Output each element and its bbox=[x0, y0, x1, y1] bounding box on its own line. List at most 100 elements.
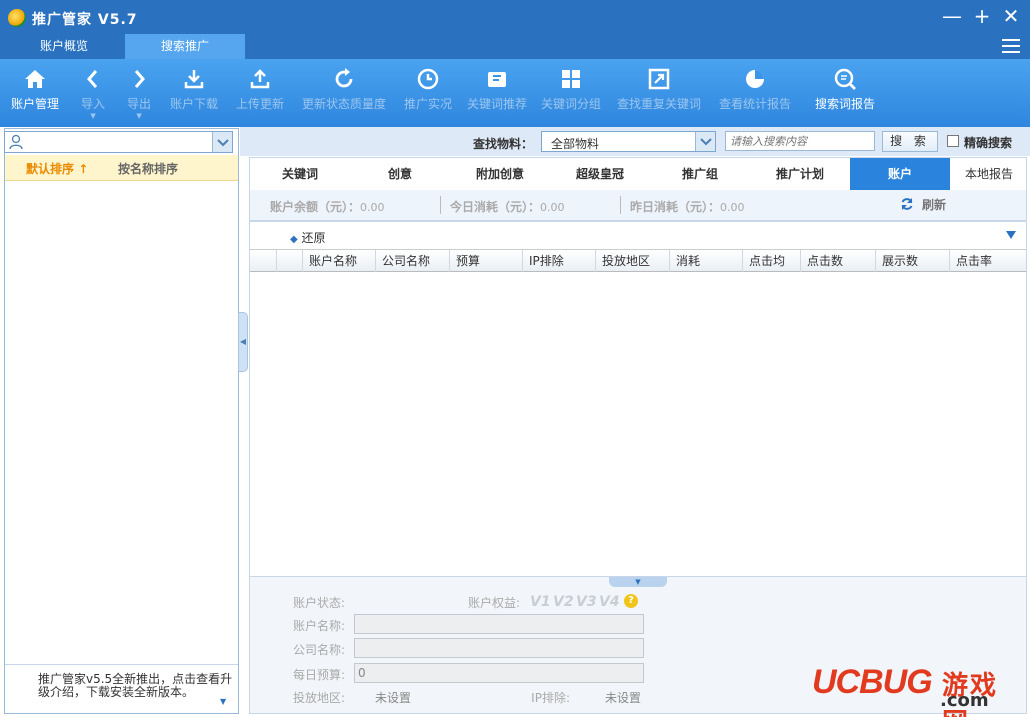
search-term-icon bbox=[834, 68, 856, 90]
watermark-domain: .com bbox=[940, 690, 989, 711]
watermark-logo: UCBUG 游戏网 .com bbox=[812, 663, 1022, 717]
grid-header: 账户名称 公司名称 预算 IP排除 投放地区 消耗 点击均 点击数 展示数 点击… bbox=[250, 249, 1026, 272]
tab-search-promotion[interactable]: 搜索推广 bbox=[125, 34, 245, 59]
grid-col-avg-click[interactable]: 点击均 bbox=[743, 250, 801, 272]
upload-icon bbox=[250, 69, 270, 89]
tab-ad-group[interactable]: 推广组 bbox=[650, 158, 750, 191]
grid-col-ip-exclude[interactable]: IP排除 bbox=[523, 250, 596, 272]
refresh-button[interactable]: 刷新 bbox=[900, 196, 946, 213]
account-grid: ◆ 还原 账户名称 公司名称 预算 IP排除 投放地区 消耗 点击均 点击数 展… bbox=[249, 221, 1027, 577]
upgrade-notice-text: 推广管家v5.5全新推出，点击查看升级介绍，下载安装全新版本。 bbox=[38, 672, 233, 699]
rights-badge-v3: V3 bbox=[576, 594, 597, 610]
toolbar-upload[interactable]: 上传更新 bbox=[236, 67, 284, 112]
keyword-recommend-icon bbox=[488, 72, 506, 87]
toolbar-keyword-recommend[interactable]: 关键词推荐 bbox=[467, 67, 527, 112]
sort-by-name-tab[interactable]: 按名称排序 bbox=[118, 160, 178, 177]
refresh-label: 刷新 bbox=[922, 198, 947, 212]
toolbar-update-quality[interactable]: 更新状态质量度 bbox=[302, 67, 386, 112]
balance-bar: 账户余额（元）：0.00 今日消耗（元）：0.00 昨日消耗（元）：0.00 刷… bbox=[249, 190, 1027, 221]
yesterday-cost-value: 0.00 bbox=[720, 201, 745, 214]
material-select[interactable]: 全部物料 bbox=[541, 131, 716, 152]
toolbar-keyword-group[interactable]: 关键词分组 bbox=[541, 67, 601, 112]
watermark-brand: UCBUG bbox=[812, 663, 933, 701]
grid-col-company-name[interactable]: 公司名称 bbox=[376, 250, 450, 272]
daily-budget-field[interactable]: 0 bbox=[354, 663, 644, 683]
grid-col-budget[interactable]: 预算 bbox=[450, 250, 523, 272]
today-cost: 今日消耗（元）：0.00 bbox=[450, 198, 565, 215]
maximize-button[interactable]: + bbox=[970, 4, 994, 28]
toolbar-account-manage[interactable]: 账户管理 bbox=[11, 67, 59, 112]
close-button[interactable]: ✕ bbox=[999, 4, 1023, 28]
top-tab-bar: 账户概览 搜索推广 bbox=[0, 34, 1030, 59]
menu-icon[interactable] bbox=[1002, 39, 1020, 54]
duplicate-icon bbox=[648, 68, 670, 90]
account-status-label: 账户状态: bbox=[292, 596, 345, 610]
grid-col-clicks[interactable]: 点击数 bbox=[801, 250, 876, 272]
toolbar-find-duplicates[interactable]: 查找重复关键词 bbox=[617, 67, 701, 112]
restore-button[interactable]: ◆ 还原 bbox=[290, 229, 326, 246]
region-value: 未设置 bbox=[375, 691, 412, 705]
refresh-icon bbox=[335, 68, 353, 88]
sort-default-tab[interactable]: 默认排序 ↑ bbox=[26, 160, 88, 177]
sort-tabs: 默认排序 ↑ 按名称排序 bbox=[5, 155, 238, 181]
grid-col-ctr[interactable]: 点击率 bbox=[950, 250, 1026, 272]
column-settings-icon[interactable] bbox=[1006, 231, 1016, 239]
tab-campaign[interactable]: 推广计划 bbox=[750, 158, 850, 191]
window-title: 推广管家 V5.7 bbox=[32, 12, 138, 28]
chevron-down-icon: ▼ bbox=[220, 697, 227, 706]
search-button[interactable]: 搜 索 bbox=[882, 131, 938, 152]
keyword-search-input[interactable] bbox=[725, 131, 875, 151]
account-balance-value: 0.00 bbox=[360, 201, 385, 214]
grid-col-impressions[interactable]: 展示数 bbox=[876, 250, 950, 272]
collapse-left-panel-handle[interactable]: ◀ bbox=[238, 312, 248, 372]
toolbar: 账户管理 导入 ▼ 导出 ▼ 账户下载 上传更新 更新状态质量度 推广实况 关键… bbox=[0, 59, 1030, 127]
grid-col-account-name[interactable]: 账户名称 bbox=[303, 250, 376, 272]
tab-account-overview[interactable]: 账户概览 bbox=[4, 34, 124, 59]
title-bar: 推广管家 V5.7 — + ✕ bbox=[0, 0, 1030, 34]
ip-exclude-label: IP排除: bbox=[531, 691, 570, 705]
toolbar-label: 关键词分组 bbox=[541, 97, 602, 111]
tab-account[interactable]: 账户 bbox=[850, 158, 950, 191]
rights-badge-v4: V4 bbox=[599, 594, 620, 610]
tab-extra-creative[interactable]: 附加创意 bbox=[450, 158, 550, 191]
yesterday-cost-label: 昨日消耗（元）： bbox=[630, 200, 721, 214]
toolbar-label: 关键词推荐 bbox=[467, 97, 528, 111]
toolbar-label: 账户管理 bbox=[11, 97, 60, 111]
account-dropdown-button[interactable] bbox=[212, 132, 232, 152]
chevron-down-icon bbox=[217, 139, 229, 147]
account-search-input[interactable] bbox=[4, 131, 233, 153]
toolbar-live-promotion[interactable]: 推广实况 bbox=[404, 67, 452, 112]
account-balance: 账户余额（元）：0.00 bbox=[270, 198, 385, 215]
toolbar-stats-report[interactable]: 查看统计报告 bbox=[719, 67, 791, 112]
tab-keyword[interactable]: 关键词 bbox=[250, 158, 350, 191]
tab-local-report[interactable]: 本地报告 bbox=[950, 158, 1028, 191]
help-icon[interactable]: ? bbox=[624, 594, 638, 608]
today-cost-label: 今日消耗（元）： bbox=[450, 200, 541, 214]
material-tabs: 关键词 创意 附加创意 超级皇冠 推广组 推广计划 账户 本地报告 bbox=[249, 157, 1028, 191]
material-select-dropdown[interactable] bbox=[695, 132, 715, 151]
tab-creative[interactable]: 创意 bbox=[350, 158, 450, 191]
grid-col-cost[interactable]: 消耗 bbox=[670, 250, 743, 272]
rights-badge-v1: V1 bbox=[530, 594, 551, 610]
toolbar-label: 查看统计报告 bbox=[719, 97, 792, 111]
toolbar-download[interactable]: 账户下载 bbox=[170, 67, 218, 112]
toolbar-search-term-report[interactable]: 搜索词报告 bbox=[815, 67, 875, 112]
expand-details-toggle[interactable]: ▼ bbox=[609, 577, 667, 587]
company-name-field[interactable] bbox=[354, 638, 644, 658]
clock-icon bbox=[417, 68, 439, 90]
chevron-down-icon bbox=[700, 138, 712, 146]
toolbar-label: 导出 bbox=[127, 97, 152, 111]
home-icon bbox=[25, 70, 45, 88]
upgrade-notice[interactable]: 推广管家v5.5全新推出，点击查看升级介绍，下载安装全新版本。 ▼ bbox=[5, 664, 238, 713]
grid-col-region[interactable]: 投放地区 bbox=[596, 250, 670, 272]
exact-search-checkbox[interactable] bbox=[947, 135, 959, 147]
tab-super-crown[interactable]: 超级皇冠 bbox=[550, 158, 650, 191]
grid-col-checkbox[interactable] bbox=[277, 250, 303, 272]
toolbar-export[interactable]: 导出 ▼ bbox=[127, 67, 151, 120]
minimize-button[interactable]: — bbox=[940, 4, 964, 28]
restore-label: 还原 bbox=[301, 231, 326, 245]
account-name-field[interactable] bbox=[354, 614, 644, 634]
rights-badge-v2: V2 bbox=[553, 594, 574, 610]
toolbar-label: 导入 bbox=[81, 97, 106, 111]
toolbar-import[interactable]: 导入 ▼ bbox=[81, 67, 105, 120]
